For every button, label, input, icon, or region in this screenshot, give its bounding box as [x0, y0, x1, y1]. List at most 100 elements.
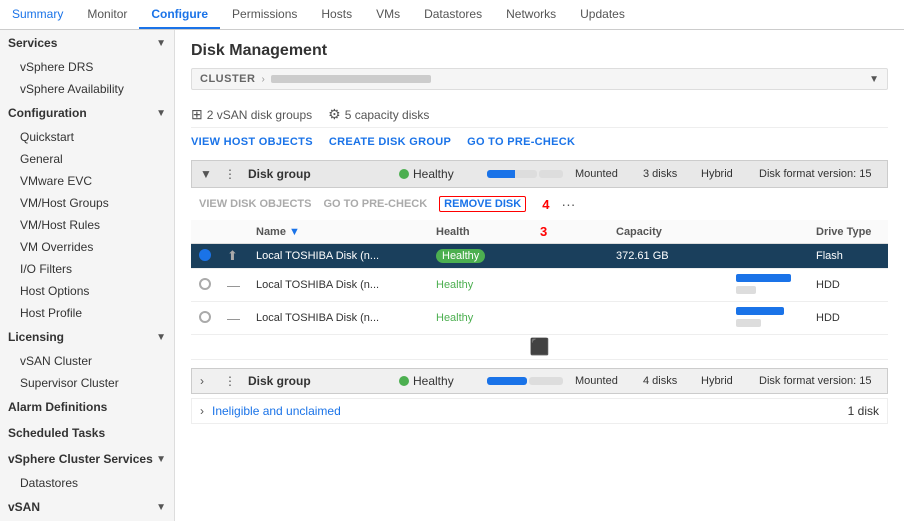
ineligible-expand-icon[interactable]: › [200, 404, 204, 418]
disk-group-1-mounted: Mounted [575, 168, 635, 180]
pagination-icon[interactable]: ⬛ [530, 339, 550, 356]
view-disk-objects-action[interactable]: VIEW DISK OBJECTS [199, 198, 311, 210]
row-health-1: Healthy [428, 244, 528, 269]
breadcrumb-dropdown-icon[interactable]: ▼ [869, 74, 879, 85]
ineligible-disks-count: 1 disk [848, 404, 879, 418]
nav-permissions[interactable]: Permissions [220, 0, 309, 29]
disk-group-2-expand-icon[interactable]: › [200, 374, 216, 388]
sidebar-item-host-profile[interactable]: Host Profile [0, 302, 174, 324]
breadcrumb-bar: CLUSTER › ▼ [191, 68, 888, 90]
sidebar-item-vmhost-groups[interactable]: VM/Host Groups [0, 192, 174, 214]
row-health-bar-1 [528, 244, 608, 269]
chevron-icon: ▼ [156, 38, 166, 49]
disk-group-2-header: › ⋮ Disk group Healthy Mounted 4 disks H… [191, 368, 888, 394]
row-select-3[interactable] [191, 302, 219, 335]
sidebar-item-vsphere-availability[interactable]: vSphere Availability [0, 78, 174, 100]
top-navigation: Summary Monitor Configure Permissions Ho… [0, 0, 904, 30]
nav-updates[interactable]: Updates [568, 0, 637, 29]
disk-minus-icon: — [227, 311, 240, 326]
sidebar-item-quickstart[interactable]: Quickstart [0, 126, 174, 148]
go-to-precheck-action[interactable]: GO TO PRE-CHECK [323, 198, 427, 210]
sidebar-section-scheduled-tasks[interactable]: Scheduled Tasks [0, 420, 174, 446]
col-health-header: Health [428, 220, 528, 244]
row-disk-icon-1: ⬆ [219, 244, 248, 269]
view-host-objects-link[interactable]: VIEW HOST OBJECTS [191, 136, 313, 148]
status-dot-2-icon [399, 376, 409, 386]
radio-selected-icon [199, 249, 211, 261]
disk-groups-icon: ⊞ [191, 106, 203, 123]
sidebar: Services ▼ vSphere DRS vSphere Availabil… [0, 30, 175, 521]
sidebar-section-configuration[interactable]: Configuration ▼ [0, 100, 174, 126]
disk-group-2-disks: 4 disks [643, 375, 693, 387]
disk-group-2-mounted: Mounted [575, 375, 635, 387]
disk-group-1-disks: 3 disks [643, 168, 693, 180]
row-cap-bar-3 [728, 302, 808, 335]
sidebar-item-vmhost-rules[interactable]: VM/Host Rules [0, 214, 174, 236]
sidebar-item-datastores[interactable]: Datastores [0, 472, 174, 494]
row-drive-2: HDD [808, 269, 888, 302]
summary-bar: ⊞ 2 vSAN disk groups ⚙ 5 capacity disks [191, 102, 888, 128]
col-drive-type-header: Drive Type [808, 220, 888, 244]
disk-minus-icon: — [227, 278, 240, 293]
more-actions-icon[interactable]: ··· [561, 196, 575, 212]
disk-group-2-progress [487, 377, 567, 385]
disk-group-2-label: Disk group [248, 374, 391, 388]
health-badge-2: Healthy [436, 279, 473, 291]
nav-configure[interactable]: Configure [139, 0, 220, 29]
nav-networks[interactable]: Networks [494, 0, 568, 29]
sidebar-section-vsan[interactable]: vSAN ▼ [0, 494, 174, 520]
col-capacity-header: Capacity [608, 220, 728, 244]
remove-disk-action[interactable]: REMOVE DISK [439, 196, 526, 212]
col-disk-icon [219, 220, 248, 244]
health-badge-3: Healthy [436, 312, 473, 324]
row-select-2[interactable] [191, 269, 219, 302]
row-cap-bar-1 [728, 244, 808, 269]
nav-summary[interactable]: Summary [0, 0, 75, 29]
disk-group-2-menu-icon[interactable]: ⋮ [224, 374, 240, 388]
col-name-header: Name ▼ [248, 220, 428, 244]
sidebar-item-io-filters[interactable]: I/O Filters [0, 258, 174, 280]
sidebar-item-host-options[interactable]: Host Options [0, 280, 174, 302]
content-area: Disk Management CLUSTER › ▼ ⊞ 2 vSAN dis… [175, 30, 904, 521]
sidebar-section-licensing[interactable]: Licensing ▼ [0, 324, 174, 350]
disk-group-1-menu-icon[interactable]: ⋮ [224, 167, 240, 181]
sidebar-section-vsphere-cluster-services[interactable]: vSphere Cluster Services ▼ [0, 446, 174, 472]
go-to-pre-check-link[interactable]: GO TO PRE-CHECK [467, 136, 575, 148]
create-disk-group-link[interactable]: CREATE DISK GROUP [329, 136, 451, 148]
nav-vms[interactable]: VMs [364, 0, 412, 29]
row-disk-icon-3: — [219, 302, 248, 335]
chevron-icon: ▼ [156, 502, 166, 513]
sidebar-item-supervisor-cluster[interactable]: Supervisor Cluster [0, 372, 174, 394]
sidebar-item-vm-overrides[interactable]: VM Overrides [0, 236, 174, 258]
row-drive-1: Flash [808, 244, 888, 269]
radio-unselected-icon [199, 311, 211, 323]
disk-group-1-expand-icon[interactable]: ▼ [200, 167, 216, 181]
nav-datastores[interactable]: Datastores [412, 0, 494, 29]
row-health-bar-2 [528, 269, 608, 302]
sidebar-section-alarm-definitions[interactable]: Alarm Definitions [0, 394, 174, 420]
chevron-icon: ▼ [156, 108, 166, 119]
row-capacity-1: 372.61 GB [608, 244, 728, 269]
annotation-4: 4 [542, 197, 549, 212]
disk-row-1[interactable]: ⬆ Local TOSHIBA Disk (n... Healthy 372.6… [191, 244, 888, 269]
row-select-1[interactable] [191, 244, 219, 269]
sidebar-item-vmware-evc[interactable]: VMware EVC [0, 170, 174, 192]
disk-row-2[interactable]: — Local TOSHIBA Disk (n... Healthy HDD [191, 269, 888, 302]
sidebar-section-services[interactable]: Services ▼ [0, 30, 174, 56]
disk-group-1-label: Disk group [248, 167, 391, 181]
sidebar-item-vsphere-drs[interactable]: vSphere DRS [0, 56, 174, 78]
annotation-3: 3 [540, 224, 547, 239]
row-disk-icon-2: — [219, 269, 248, 302]
disk-row-3[interactable]: — Local TOSHIBA Disk (n... Healthy HDD [191, 302, 888, 335]
chevron-icon: ▼ [156, 332, 166, 343]
ineligible-label[interactable]: Ineligible and unclaimed [212, 404, 341, 418]
status-dot-icon [399, 169, 409, 179]
row-capacity-2 [608, 269, 728, 302]
nav-hosts[interactable]: Hosts [309, 0, 364, 29]
nav-monitor[interactable]: Monitor [75, 0, 139, 29]
row-health-bar-3 [528, 302, 608, 335]
sidebar-item-vsan-cluster[interactable]: vSAN Cluster [0, 350, 174, 372]
health-badge-1: Healthy [436, 249, 485, 263]
disk-group-2-status: Healthy [399, 374, 479, 388]
sidebar-item-general[interactable]: General [0, 148, 174, 170]
